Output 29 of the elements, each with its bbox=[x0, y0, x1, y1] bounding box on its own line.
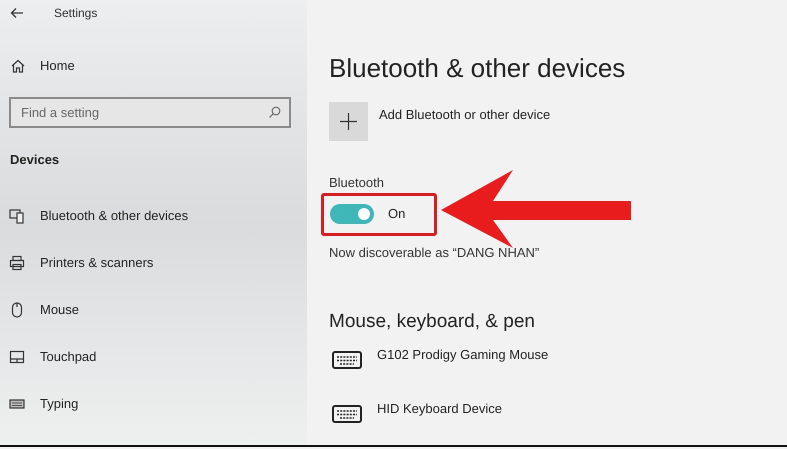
window-title: Settings bbox=[54, 5, 98, 22]
toggle-state: On bbox=[388, 205, 406, 224]
sidebar-item[interactable]: Printers & scanners bbox=[9, 252, 307, 274]
home-link[interactable]: Home bbox=[10, 55, 75, 77]
section-heading: Devices bbox=[10, 151, 60, 169]
section-heading: Mouse, keyboard, & pen bbox=[329, 310, 536, 334]
search-icon bbox=[268, 106, 281, 119]
add-device-button[interactable] bbox=[329, 102, 368, 141]
keyboard-icon bbox=[332, 404, 362, 422]
device-name[interactable]: G102 Prodigy Gaming Mouse bbox=[377, 344, 548, 364]
back-icon[interactable] bbox=[10, 7, 24, 19]
sidebar-item[interactable]: Typing bbox=[9, 392, 307, 414]
bluetooth-label: Bluetooth bbox=[329, 174, 385, 192]
plus-icon bbox=[340, 113, 357, 130]
discoverable-text: Now discoverable as “DANG NHAN” bbox=[329, 244, 540, 262]
sidebar-item[interactable]: Bluetooth & other devices bbox=[9, 204, 307, 226]
mouse-icon bbox=[9, 302, 25, 318]
devices-icon bbox=[9, 208, 25, 224]
add-device-label[interactable]: Add Bluetooth or other device bbox=[379, 105, 550, 124]
page-title: Bluetooth & other devices bbox=[329, 52, 626, 84]
touchpad-icon bbox=[9, 348, 25, 364]
printer-icon bbox=[9, 254, 25, 270]
sidebar-item[interactable]: Touchpad bbox=[9, 346, 307, 368]
home-icon bbox=[10, 58, 26, 74]
device-name[interactable]: HID Keyboard Device bbox=[377, 398, 502, 418]
toggle-switch[interactable] bbox=[330, 204, 374, 224]
keyboard-icon bbox=[332, 350, 362, 368]
sidebar-item[interactable]: Mouse bbox=[9, 298, 307, 320]
search-field[interactable]: Find a setting bbox=[9, 97, 291, 128]
